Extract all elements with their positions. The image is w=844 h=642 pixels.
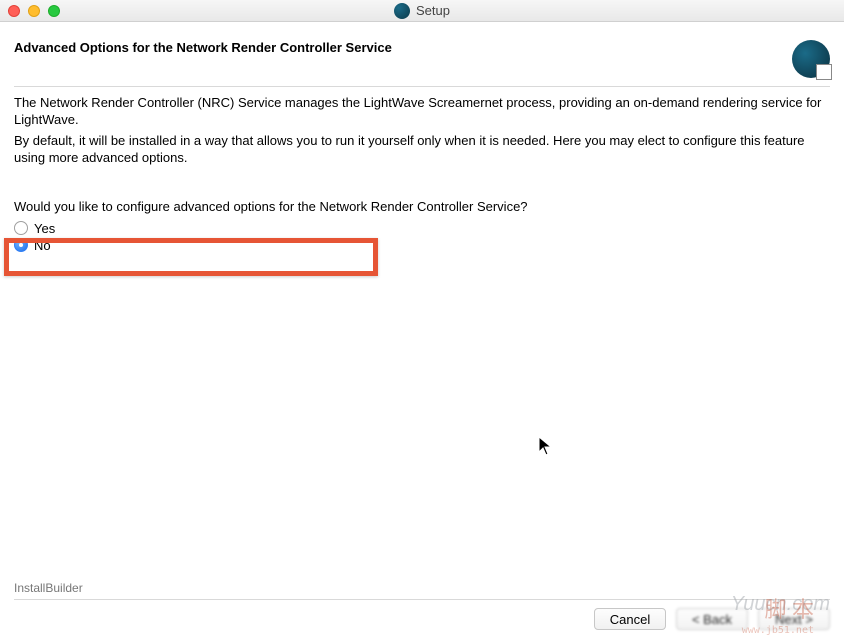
- next-button[interactable]: Next >: [758, 608, 830, 630]
- question-prompt: Would you like to configure advanced opt…: [14, 199, 830, 214]
- lightwave-logo-icon: [792, 40, 830, 78]
- radio-icon: [14, 238, 28, 252]
- question-block: Would you like to configure advanced opt…: [0, 171, 844, 254]
- zoom-icon[interactable]: [48, 5, 60, 17]
- divider: [14, 86, 830, 87]
- page-content: Advanced Options for the Network Render …: [0, 22, 844, 254]
- cursor-icon: [538, 436, 554, 458]
- window-title: Setup: [416, 3, 450, 18]
- radio-option-yes[interactable]: Yes: [14, 220, 830, 237]
- radio-icon: [14, 221, 28, 235]
- footer-divider: [14, 599, 830, 600]
- page-heading: Advanced Options for the Network Render …: [14, 40, 392, 55]
- traffic-lights: [0, 5, 60, 17]
- description-block: The Network Render Controller (NRC) Serv…: [0, 95, 844, 167]
- header-row: Advanced Options for the Network Render …: [0, 22, 844, 86]
- description-p1: The Network Render Controller (NRC) Serv…: [14, 95, 830, 129]
- button-row: Cancel < Back Next >: [14, 608, 830, 630]
- window-title-wrap: Setup: [394, 3, 450, 19]
- close-icon[interactable]: [8, 5, 20, 17]
- radio-label-yes: Yes: [34, 221, 55, 236]
- minimize-icon[interactable]: [28, 5, 40, 17]
- description-p2: By default, it will be installed in a wa…: [14, 133, 830, 167]
- app-icon: [394, 3, 410, 19]
- footer-brand: InstallBuilder: [14, 581, 830, 595]
- back-button[interactable]: < Back: [676, 608, 748, 630]
- radio-group: Yes No: [14, 220, 830, 254]
- footer: InstallBuilder Cancel < Back Next >: [0, 581, 844, 642]
- cancel-button[interactable]: Cancel: [594, 608, 666, 630]
- radio-label-no: No: [34, 238, 51, 253]
- radio-option-no[interactable]: No: [14, 237, 830, 254]
- window-titlebar: Setup: [0, 0, 844, 22]
